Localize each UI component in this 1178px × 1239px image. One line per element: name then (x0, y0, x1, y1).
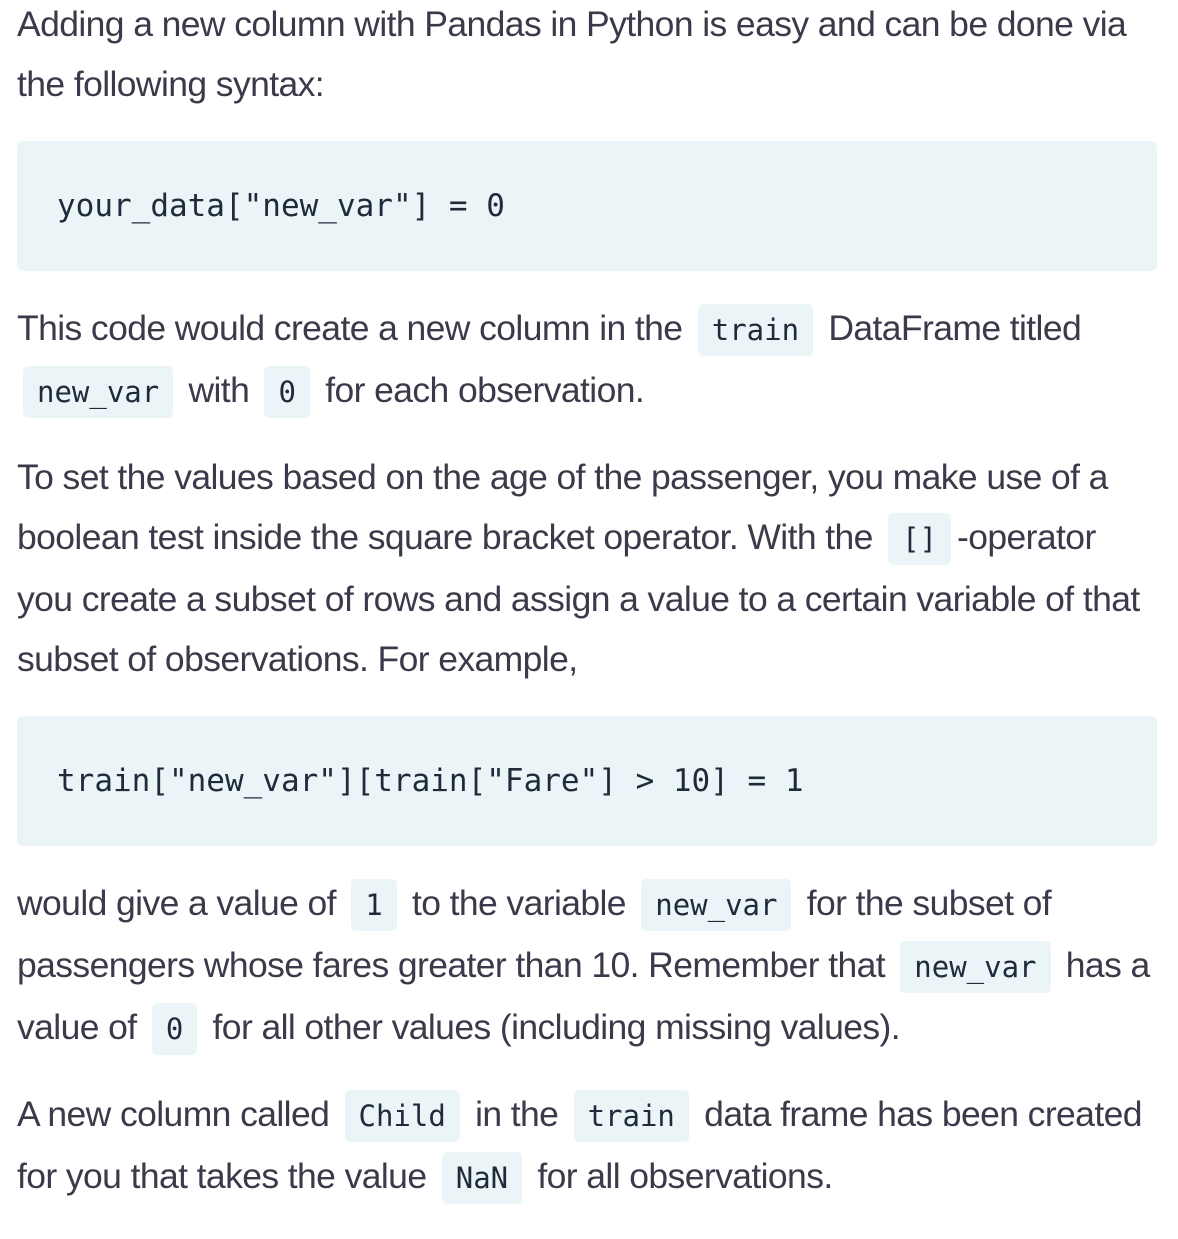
inline-code-train: train (573, 1090, 689, 1142)
text-fragment: with (188, 370, 250, 410)
intro-paragraph: Adding a new column with Pandas in Pytho… (17, 0, 1157, 114)
boolean-test-paragraph: To set the values based on the age of th… (17, 447, 1157, 689)
text-fragment: would give a value of (17, 883, 337, 923)
text-fragment: This code would create a new column in t… (17, 308, 683, 348)
inline-code-zero: 0 (151, 1003, 198, 1055)
explanation-paragraph: This code would create a new column in t… (17, 298, 1157, 422)
inline-code-train: train (697, 304, 814, 356)
text-fragment: DataFrame titled (828, 308, 1082, 348)
article-content: Adding a new column with Pandas in Pytho… (17, 0, 1157, 1208)
code-block-syntax-text: your_data["new_var"] = 0 (57, 188, 505, 224)
inline-code-new-var: new_var (900, 941, 1051, 993)
inline-code-child: Child (344, 1090, 460, 1142)
text-fragment: for each observation. (325, 370, 645, 410)
inline-code-one: 1 (351, 879, 397, 931)
code-block-syntax: your_data["new_var"] = 0 (17, 141, 1157, 271)
inline-code-bracket-operator: [] (888, 513, 952, 565)
result-paragraph: would give a value of 1 to the variable … (17, 873, 1157, 1059)
text-fragment: to the variable (411, 883, 627, 923)
intro-text: Adding a new column with Pandas in Pytho… (17, 4, 1127, 104)
code-block-example-text: train["new_var"][train["Fare"] > 10] = 1 (57, 763, 804, 799)
text-fragment: A new column called (17, 1094, 330, 1134)
text-fragment: for all observations. (537, 1156, 833, 1196)
inline-code-new-var: new_var (641, 879, 792, 931)
inline-code-nan: NaN (441, 1152, 523, 1204)
inline-code-zero: 0 (264, 366, 310, 418)
child-column-paragraph: A new column called Child in the train d… (17, 1084, 1157, 1208)
text-fragment: for all other values (including missing … (212, 1007, 901, 1047)
code-block-example: train["new_var"][train["Fare"] > 10] = 1 (17, 716, 1157, 846)
text-fragment: in the (475, 1094, 559, 1134)
inline-code-new-var: new_var (23, 366, 174, 418)
